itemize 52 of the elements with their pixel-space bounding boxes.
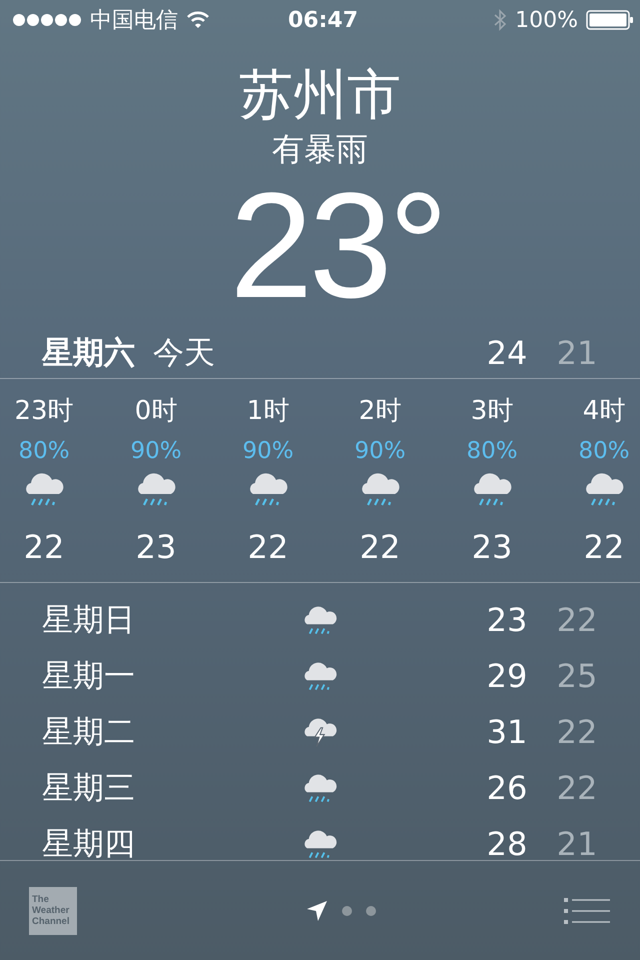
hour-label: 0时 — [134, 395, 178, 428]
clock-time: 06:47 — [288, 8, 358, 32]
low-temperature: 22 — [556, 601, 598, 639]
list-icon[interactable] — [564, 896, 610, 924]
carrier-name: 中国电信 — [90, 7, 178, 35]
rain-chance: 90% — [354, 438, 406, 464]
bluetooth-icon — [493, 9, 508, 31]
hour-temperature: 22 — [360, 528, 400, 566]
rain-chance: 80% — [18, 438, 70, 464]
weekday-label: 星期四 — [42, 825, 136, 860]
current-temperature: 23° — [230, 170, 444, 320]
weekday-label: 星期日 — [42, 601, 136, 640]
rain-chance: 80% — [466, 438, 518, 464]
hour-temperature: 22 — [248, 528, 288, 566]
rain-chance: 90% — [130, 438, 182, 464]
today-label: 今天 — [153, 334, 216, 373]
signal-icon — [12, 13, 82, 27]
low-temperature: 21 — [556, 334, 598, 372]
high-temperature: 24 — [486, 334, 528, 372]
hour-temperature: 23 — [472, 528, 512, 566]
hour-label: 23时 — [14, 395, 74, 428]
hour-temperature: 23 — [136, 528, 176, 566]
weekday-label: 星期一 — [42, 657, 136, 696]
rain-chance: 80% — [578, 438, 630, 464]
weekday-label: 星期六 — [42, 334, 135, 373]
high-temperature: 23 — [486, 601, 528, 639]
high-temperature: 31 — [486, 713, 528, 751]
hour-label: 4时 — [582, 395, 626, 428]
battery-icon — [586, 10, 634, 30]
weather-condition: 有暴雨 — [272, 129, 368, 170]
weekday-label: 星期三 — [42, 769, 136, 808]
city-name: 苏州市 — [239, 62, 401, 128]
hour-label: 2时 — [358, 395, 402, 428]
weekday-label: 星期二 — [42, 713, 136, 752]
low-temperature: 22 — [556, 769, 598, 807]
hour-label: 1时 — [246, 395, 290, 428]
location-arrow-icon[interactable] — [306, 900, 328, 922]
high-temperature: 28 — [486, 825, 528, 860]
page-dot[interactable] — [366, 906, 376, 916]
wifi-icon — [186, 11, 210, 29]
low-temperature: 22 — [556, 713, 598, 751]
low-temperature: 25 — [556, 657, 598, 695]
rain-chance: 90% — [242, 438, 294, 464]
low-temperature: 21 — [556, 825, 598, 860]
hour-temperature: 22 — [584, 528, 624, 566]
page-dot[interactable] — [342, 906, 352, 916]
battery-percent: 100% — [515, 8, 578, 32]
high-temperature: 29 — [486, 657, 528, 695]
weather-channel-logo[interactable]: The Weather Channel — [29, 886, 77, 934]
hour-temperature: 22 — [24, 528, 64, 566]
hour-label: 3时 — [470, 395, 514, 428]
high-temperature: 26 — [486, 769, 528, 807]
